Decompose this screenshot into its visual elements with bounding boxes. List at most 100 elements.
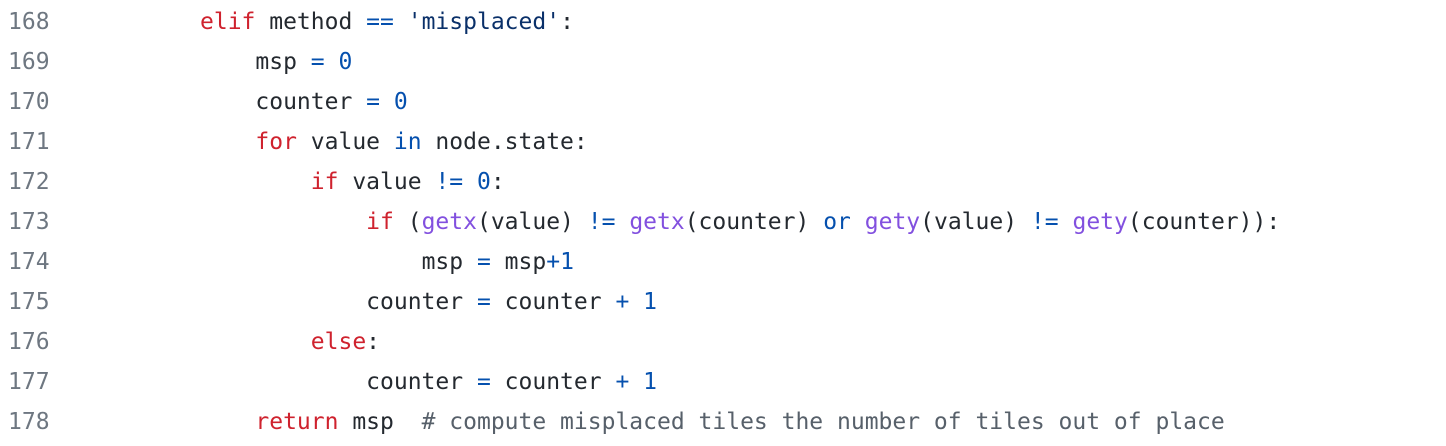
line-number[interactable]: 175 — [0, 282, 80, 322]
operator-token: != — [1030, 209, 1059, 235]
code-line: 174 msp = msp+1 — [0, 242, 1446, 282]
code-token: value — [338, 169, 436, 195]
indentation — [200, 169, 311, 195]
code-line: 171 for value in node.state: — [0, 122, 1446, 162]
operator-token: != — [587, 209, 616, 235]
line-number[interactable]: 170 — [0, 82, 80, 122]
code-view: 168 elif method == 'misplaced': 169 msp = … — [0, 0, 1446, 446]
operator-token: in — [393, 129, 422, 155]
operator-token: = — [366, 89, 381, 115]
line-number[interactable]: 169 — [0, 42, 80, 82]
code-line: 178 return msp # compute misplaced tiles… — [0, 402, 1446, 442]
code-token: (value) — [920, 209, 1031, 235]
operator-token: or — [823, 209, 851, 235]
operator-token: = — [476, 369, 491, 395]
code-token: counter — [255, 89, 367, 115]
line-number[interactable]: 171 — [0, 122, 80, 162]
code-text: elif method == 'misplaced': — [80, 2, 1446, 42]
code-token: counter — [490, 369, 616, 395]
indentation — [200, 369, 366, 395]
code-text: else: — [80, 322, 1446, 362]
code-line: 172 if value != 0: — [0, 162, 1446, 202]
code-token: : — [560, 9, 574, 35]
code-token: node.state: — [421, 129, 588, 155]
code-token: (counter) — [684, 209, 824, 235]
code-token: value — [296, 129, 394, 155]
code-line: 170 counter = 0 — [0, 82, 1446, 122]
line-number[interactable]: 176 — [0, 322, 80, 362]
code-text: return msp # compute misplaced tiles the… — [80, 402, 1446, 442]
code-token: : — [366, 329, 381, 355]
code-token: (value) — [476, 209, 588, 235]
code-line: 177 counter = counter + 1 — [0, 362, 1446, 402]
indentation — [200, 49, 255, 75]
code-line: 168 elif method == 'misplaced': — [0, 2, 1446, 42]
code-token: ( — [393, 209, 422, 235]
code-token: method — [255, 9, 367, 35]
code-token: (counter)): — [1127, 209, 1281, 235]
keyword-token: if — [310, 169, 339, 195]
code-token: msp — [421, 249, 477, 275]
number-token: 1 — [560, 249, 574, 275]
operator-token: + — [615, 289, 630, 315]
code-text: counter = counter + 1 — [80, 282, 1446, 322]
code-text: msp = msp+1 — [80, 242, 1446, 282]
keyword-token: elif — [200, 9, 256, 35]
indentation — [200, 129, 255, 155]
operator-token: != — [435, 169, 464, 195]
code-line: 175 counter = counter + 1 — [0, 282, 1446, 322]
indentation — [200, 89, 255, 115]
line-number[interactable]: 174 — [0, 242, 80, 282]
operator-token: = — [476, 289, 491, 315]
line-number[interactable]: 177 — [0, 362, 80, 402]
code-token: msp — [338, 409, 422, 435]
code-text: msp = 0 — [80, 42, 1446, 82]
code-text: for value in node.state: — [80, 122, 1446, 162]
code-line: 176 else: — [0, 322, 1446, 362]
number-token: 1 — [643, 289, 658, 315]
function-token: getx — [421, 209, 477, 235]
code-token: counter — [366, 369, 477, 395]
keyword-token: else — [310, 329, 367, 355]
code-token: msp — [255, 49, 311, 75]
code-text: if (getx(value) != getx(counter) or gety… — [80, 202, 1446, 242]
code-token: counter — [366, 289, 477, 315]
operator-token: = — [310, 49, 325, 75]
comment-token: # compute misplaced tiles the number of … — [421, 409, 1225, 435]
number-token: 0 — [476, 169, 491, 195]
line-number[interactable]: 173 — [0, 202, 80, 242]
code-text: if value != 0: — [80, 162, 1446, 202]
keyword-token: for — [255, 129, 297, 155]
code-line: 169 msp = 0 — [0, 42, 1446, 82]
code-text: counter = 0 — [80, 82, 1446, 122]
code-token: counter — [490, 289, 616, 315]
keyword-token: if — [366, 209, 394, 235]
indentation — [200, 409, 255, 435]
operator-token: + — [546, 249, 561, 275]
line-number[interactable]: 178 — [0, 402, 80, 442]
indentation — [200, 329, 311, 355]
operator-token: = — [476, 249, 491, 275]
number-token: 1 — [643, 369, 658, 395]
indentation — [200, 209, 366, 235]
number-token: 0 — [338, 49, 353, 75]
line-number[interactable]: 172 — [0, 162, 80, 202]
code-line: 173 if (getx(value) != getx(counter) or … — [0, 202, 1446, 242]
code-text: counter = counter + 1 — [80, 362, 1446, 402]
string-token: 'misplaced' — [407, 9, 561, 35]
indentation — [200, 249, 422, 275]
operator-token: + — [615, 369, 630, 395]
function-token: gety — [864, 209, 921, 235]
keyword-token: return — [255, 409, 339, 435]
function-token: getx — [629, 209, 685, 235]
number-token: 0 — [393, 89, 408, 115]
line-number[interactable]: 168 — [0, 2, 80, 42]
function-token: gety — [1072, 209, 1128, 235]
